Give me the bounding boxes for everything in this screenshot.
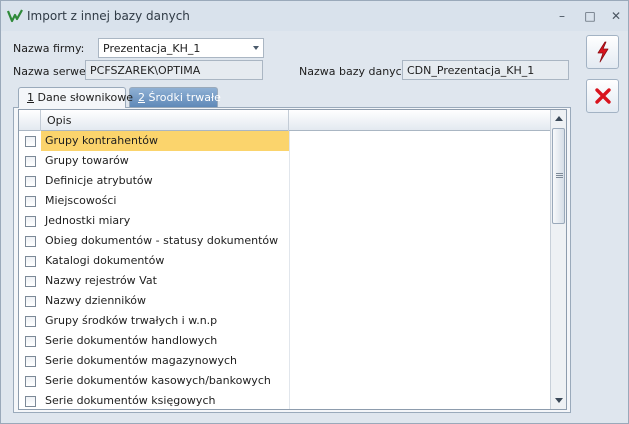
table-row[interactable]: Serie dokumentów magazynowych (19, 351, 550, 371)
chevron-down-icon[interactable] (253, 46, 259, 50)
grid-header: Opis (19, 110, 550, 131)
lightning-icon (595, 41, 611, 66)
items-grid: Opis Grupy kontrahentów Grupy towarów Defi… (18, 109, 567, 410)
tab-key: 2 (138, 91, 145, 104)
import-dialog-window: Import z innej bazy danych – □ ✕ Nazwa f… (0, 0, 629, 424)
grip-line (556, 177, 563, 178)
row-checkbox[interactable] (25, 156, 36, 167)
scroll-thumb[interactable] (552, 128, 565, 224)
row-checkbox[interactable] (25, 236, 36, 247)
table-row[interactable]: Grupy kontrahentów (19, 131, 550, 151)
row-label: Grupy kontrahentów (41, 131, 289, 151)
server-value: PCFSZAREK\OPTIMA (90, 64, 201, 77)
row-checkbox[interactable] (25, 176, 36, 187)
row-checkbox[interactable] (25, 196, 36, 207)
row-checkbox[interactable] (25, 276, 36, 287)
run-import-button[interactable] (586, 35, 619, 69)
row-checkbox[interactable] (25, 396, 36, 407)
tab-key: 1 (27, 91, 34, 104)
grip-line (556, 173, 563, 174)
row-checkbox[interactable] (25, 256, 36, 267)
cancel-button[interactable] (586, 79, 619, 113)
table-row[interactable]: Katalogi dokumentów (19, 251, 550, 271)
scroll-down-button[interactable] (551, 393, 566, 407)
window-title: Import z innej bazy danych (27, 9, 190, 23)
table-row[interactable]: Jednostki miary (19, 211, 550, 231)
tab-srodki-trwale[interactable]: 2 Środki trwałe (129, 87, 221, 107)
table-row[interactable]: Serie dokumentów kasowych/bankowych (19, 371, 550, 391)
tab-dane-slownikowe[interactable]: 1 Dane słownikowe (18, 87, 133, 108)
row-label: Serie dokumentów księgowych (45, 394, 216, 407)
row-label: Serie dokumentów kasowych/bankowych (45, 374, 271, 387)
column-header-opis[interactable]: Opis (41, 110, 289, 131)
maximize-button[interactable]: □ (580, 7, 600, 25)
grip-line (556, 175, 563, 176)
table-row[interactable]: Grupy towarów (19, 151, 550, 171)
row-checkbox[interactable] (25, 316, 36, 327)
arrow-down-icon (555, 398, 563, 403)
row-checkbox[interactable] (25, 376, 36, 387)
row-label: Katalogi dokumentów (45, 254, 165, 267)
row-label: Obieg dokumentów - statusy dokumentów (45, 234, 279, 247)
row-checkbox[interactable] (25, 136, 36, 147)
table-row[interactable]: Grupy środków trwałych i w.n.p (19, 311, 550, 331)
optima-logo-icon (6, 8, 23, 24)
scroll-up-button[interactable] (551, 112, 566, 126)
header-check-column[interactable] (19, 110, 41, 131)
row-label: Grupy środków trwałych i w.n.p (45, 314, 218, 327)
database-label: Nazwa bazy danych: (299, 65, 413, 78)
row-label: Serie dokumentów magazynowych (45, 354, 237, 367)
close-button[interactable]: ✕ (606, 7, 626, 25)
row-checkbox[interactable] (25, 216, 36, 227)
table-row[interactable]: Nazwy rejestrów Vat (19, 271, 550, 291)
tab-label: Środki trwałe (145, 91, 221, 104)
table-row[interactable]: Serie dokumentów księgowych (19, 391, 550, 409)
row-checkbox[interactable] (25, 356, 36, 367)
table-row[interactable]: Definicje atrybutów (19, 171, 550, 191)
company-value: Prezentacja_KH_1 (103, 42, 201, 55)
table-row[interactable]: Obieg dokumentów - statusy dokumentów (19, 231, 550, 251)
row-label: Miejscowości (45, 194, 117, 207)
vertical-scrollbar[interactable] (550, 110, 566, 409)
company-label: Nazwa firmy: (13, 42, 85, 55)
table-row[interactable]: Nazwy dzienników (19, 291, 550, 311)
server-field: PCFSZAREK\OPTIMA (85, 60, 263, 80)
minimize-button[interactable]: – (552, 7, 572, 25)
row-label: Nazwy dzienników (45, 294, 147, 307)
row-label: Serie dokumentów handlowych (45, 334, 218, 347)
table-row[interactable]: Miejscowości (19, 191, 550, 211)
title-bar[interactable]: Import z innej bazy danych – □ ✕ (1, 1, 628, 31)
row-label: Definicje atrybutów (45, 174, 153, 187)
table-row[interactable]: Serie dokumentów handlowych (19, 331, 550, 351)
company-select[interactable]: Prezentacja_KH_1 (98, 38, 264, 58)
red-x-icon (594, 87, 612, 108)
database-value: CDN_Prezentacja_KH_1 (407, 64, 535, 77)
row-label: Jednostki miary (45, 214, 131, 227)
grid-rows: Grupy kontrahentów Grupy towarów Definicje… (19, 131, 550, 409)
row-checkbox[interactable] (25, 336, 36, 347)
row-label: Grupy towarów (45, 154, 129, 167)
row-checkbox[interactable] (25, 296, 36, 307)
database-field: CDN_Prezentacja_KH_1 (402, 60, 569, 80)
tab-label: Dane słownikowe (34, 91, 134, 104)
row-label: Nazwy rejestrów Vat (45, 274, 157, 287)
arrow-up-icon (555, 116, 563, 121)
